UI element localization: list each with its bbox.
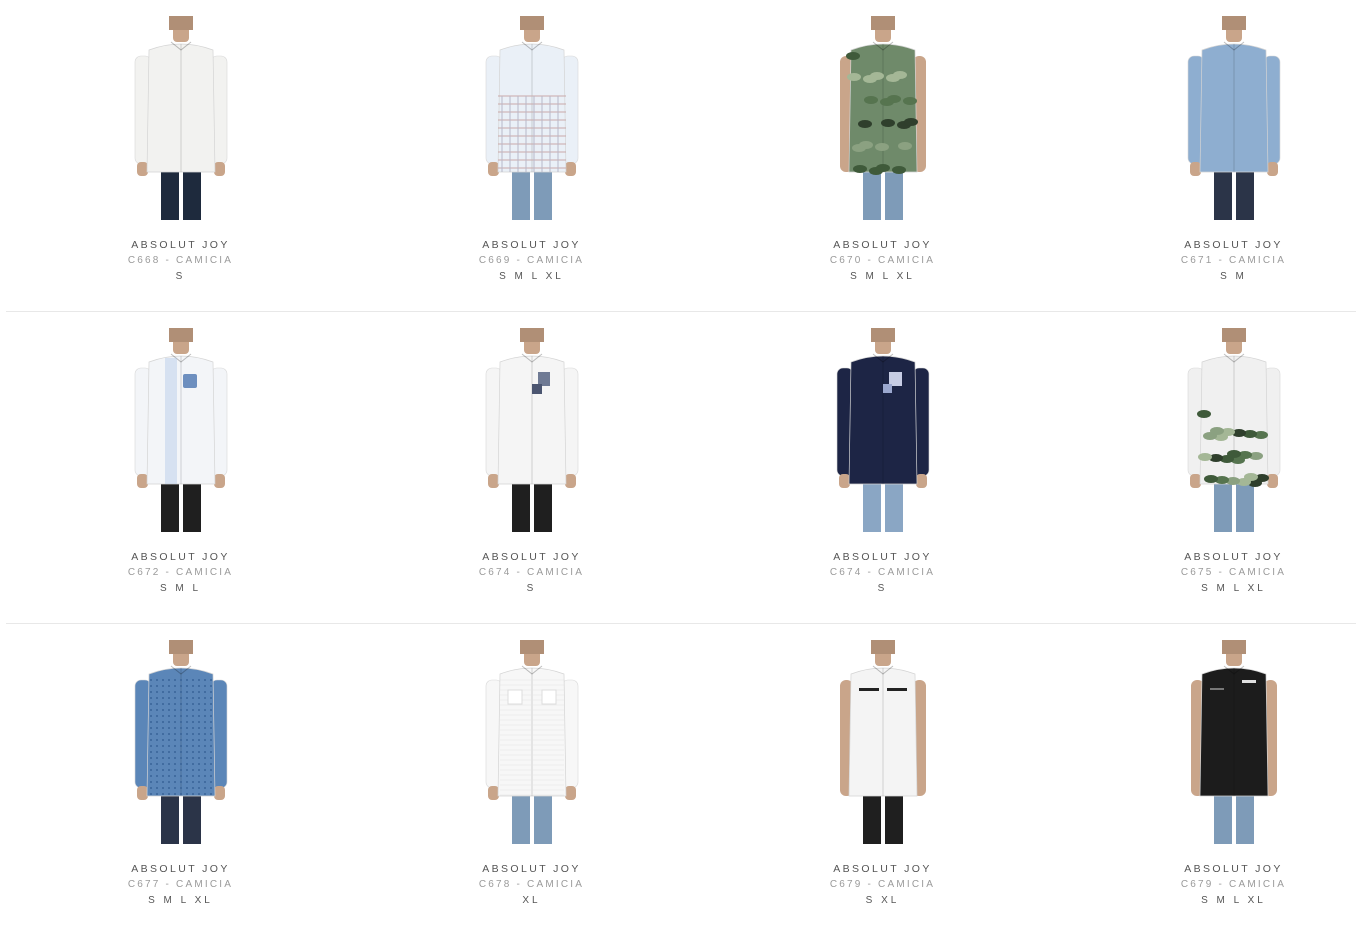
- product-sizes: S M L XL: [1201, 583, 1266, 594]
- product-row: ABSOLUT JOY C672 - CAMICIA S M L ABSOLUT JO…: [6, 312, 1356, 624]
- product-code[interactable]: C669 - CAMICIA: [363, 253, 700, 269]
- product-sizes: S M L XL: [148, 895, 213, 906]
- product-image[interactable]: [472, 640, 592, 844]
- product-brand[interactable]: ABSOLUT JOY: [714, 861, 1051, 877]
- product-image[interactable]: [121, 328, 241, 532]
- product-sizes: S: [877, 583, 888, 594]
- product-image[interactable]: [472, 16, 592, 220]
- product-code[interactable]: C672 - CAMICIA: [12, 565, 349, 581]
- product-image[interactable]: [121, 16, 241, 220]
- product-code[interactable]: C678 - CAMICIA: [363, 877, 700, 893]
- product-brand[interactable]: ABSOLUT JOY: [1065, 237, 1358, 253]
- product-card[interactable]: ABSOLUT JOY C678 - CAMICIA XL: [363, 640, 700, 909]
- product-card[interactable]: ABSOLUT JOY C672 - CAMICIA S M L: [12, 328, 349, 597]
- product-card[interactable]: ABSOLUT JOY C677 - CAMICIA S M L XL: [12, 640, 349, 909]
- product-code[interactable]: C671 - CAMICIA: [1065, 253, 1358, 269]
- product-card[interactable]: ABSOLUT JOY C669 - CAMICIA S M L XL: [363, 16, 700, 285]
- product-brand[interactable]: ABSOLUT JOY: [12, 861, 349, 877]
- product-brand[interactable]: ABSOLUT JOY: [12, 237, 349, 253]
- product-code[interactable]: C674 - CAMICIA: [363, 565, 700, 581]
- product-code[interactable]: C668 - CAMICIA: [12, 253, 349, 269]
- product-brand[interactable]: ABSOLUT JOY: [714, 237, 1051, 253]
- product-code[interactable]: C679 - CAMICIA: [714, 877, 1051, 893]
- product-sizes: S M L XL: [1201, 895, 1266, 906]
- product-card[interactable]: ABSOLUT JOY C668 - CAMICIA S: [12, 16, 349, 285]
- product-sizes: S M: [1220, 271, 1247, 282]
- product-sizes: S XL: [865, 895, 900, 906]
- product-image[interactable]: [823, 328, 943, 532]
- product-row: ABSOLUT JOY C677 - CAMICIA S M L XL ABSOLUT…: [6, 624, 1356, 936]
- product-row: ABSOLUT JOY C668 - CAMICIA S ABSOLUT JOY C66…: [6, 0, 1356, 312]
- product-brand[interactable]: ABSOLUT JOY: [1065, 861, 1358, 877]
- product-sizes: S: [526, 583, 537, 594]
- product-code[interactable]: C670 - CAMICIA: [714, 253, 1051, 269]
- product-brand[interactable]: ABSOLUT JOY: [714, 549, 1051, 565]
- product-brand[interactable]: ABSOLUT JOY: [12, 549, 349, 565]
- product-code[interactable]: C677 - CAMICIA: [12, 877, 349, 893]
- product-card[interactable]: ABSOLUT JOY C674 - CAMICIA S: [714, 328, 1051, 597]
- product-sizes: S: [175, 271, 186, 282]
- product-image[interactable]: [121, 640, 241, 844]
- product-image[interactable]: [823, 640, 943, 844]
- product-sizes: S M L XL: [499, 271, 564, 282]
- product-brand[interactable]: ABSOLUT JOY: [1065, 549, 1358, 565]
- product-code[interactable]: C675 - CAMICIA: [1065, 565, 1358, 581]
- product-brand[interactable]: ABSOLUT JOY: [363, 549, 700, 565]
- product-brand[interactable]: ABSOLUT JOY: [363, 861, 700, 877]
- product-image[interactable]: [1174, 328, 1294, 532]
- product-sizes: S M L XL: [850, 271, 915, 282]
- product-brand[interactable]: ABSOLUT JOY: [363, 237, 700, 253]
- product-grid: ABSOLUT JOY C668 - CAMICIA S ABSOLUT JOY C66…: [6, 0, 1356, 936]
- product-image[interactable]: [472, 328, 592, 532]
- product-image[interactable]: [823, 16, 943, 220]
- product-code[interactable]: C674 - CAMICIA: [714, 565, 1051, 581]
- product-card[interactable]: ABSOLUT JOY C670 - CAMICIA S M L XL: [714, 16, 1051, 285]
- product-card[interactable]: ABSOLUT JOY C675 - CAMICIA S M L XL: [1065, 328, 1358, 597]
- product-image[interactable]: [1174, 16, 1294, 220]
- product-card[interactable]: ABSOLUT JOY C674 - CAMICIA S: [363, 328, 700, 597]
- product-code[interactable]: C679 - CAMICIA: [1065, 877, 1358, 893]
- product-image[interactable]: [1174, 640, 1294, 844]
- product-card[interactable]: ABSOLUT JOY C679 - CAMICIA S XL: [714, 640, 1051, 909]
- product-sizes: XL: [522, 895, 541, 906]
- product-card[interactable]: ABSOLUT JOY C671 - CAMICIA S M: [1065, 16, 1358, 285]
- product-card[interactable]: ABSOLUT JOY C679 - CAMICIA S M L XL: [1065, 640, 1358, 909]
- product-sizes: S M L: [159, 583, 202, 594]
